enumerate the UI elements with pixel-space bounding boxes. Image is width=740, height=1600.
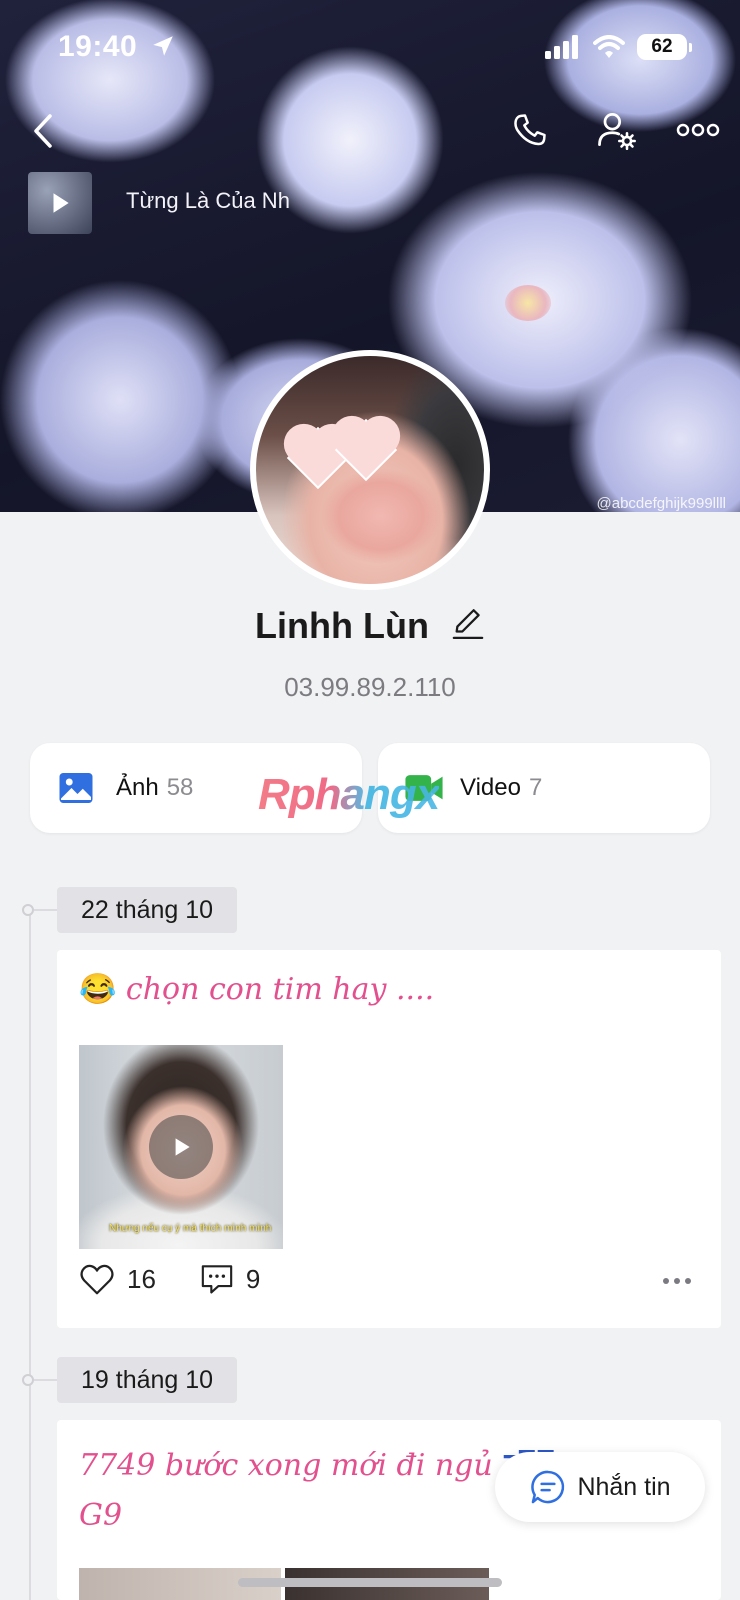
timeline-dot: [22, 904, 34, 916]
wifi-icon: [593, 35, 625, 58]
post-actions: 16 9: [79, 1262, 304, 1296]
like-count: 16: [127, 1263, 156, 1294]
brand-watermark: Rphangx: [258, 770, 440, 819]
timeline-tick: [34, 1379, 58, 1381]
post-text: 7749 bước xong mới đi ngủ zZZ: [79, 1446, 555, 1483]
post-text-content: chọn con tim hay ....: [125, 972, 435, 1007]
comment-count: 9: [245, 1263, 261, 1294]
post-text-line-1: 7749 bước xong mới đi ngủ: [79, 1448, 493, 1483]
laughing-emoji: 😂: [79, 972, 117, 1007]
profile-name: Linhh Lùn: [0, 604, 740, 647]
edit-pencil-icon[interactable]: [451, 604, 485, 642]
photos-tab-label: Ảnh: [116, 774, 159, 801]
post-more-icon[interactable]: [663, 1278, 691, 1284]
heart-like-icon[interactable]: [79, 1262, 115, 1296]
cellular-signal-icon: [545, 35, 578, 59]
battery-nub: [689, 42, 692, 52]
play-icon: [175, 1138, 190, 1156]
music-thumbnail[interactable]: [28, 172, 92, 234]
timeline-line: [29, 912, 31, 1600]
date-chip: 19 tháng 10: [57, 1357, 238, 1403]
videos-tab-count: 7: [528, 774, 543, 801]
profile-name-text: Linhh Lùn: [255, 605, 429, 646]
video-play-button[interactable]: [149, 1115, 213, 1179]
date-chip: 22 tháng 10: [57, 887, 238, 933]
video-subtitle: Nhưng nếu cụ ý mà thích mình mình: [109, 1223, 272, 1234]
comment-icon[interactable]: [200, 1263, 234, 1295]
post-video-thumbnail[interactable]: Nhưng nếu cụ ý mà thích mình mình: [79, 1045, 283, 1249]
status-indicators: 62: [545, 34, 692, 60]
profile-phone: 03.99.89.2.110: [284, 672, 456, 702]
timeline-tick: [34, 909, 58, 911]
photos-tab-count: 58: [166, 774, 194, 801]
profile-avatar[interactable]: [250, 350, 490, 590]
more-options-icon[interactable]: [676, 122, 720, 138]
home-indicator[interactable]: [238, 1578, 502, 1587]
chat-bubble-icon: [531, 1470, 565, 1504]
cover-handle-watermark: @abcdefghijk999llll: [596, 495, 726, 512]
right-heart-sticker: [334, 418, 398, 482]
music-title[interactable]: Từng Là Của Nh: [126, 188, 298, 214]
videos-tab-label: Video: [460, 774, 521, 801]
play-icon: [53, 193, 69, 213]
back-icon[interactable]: [30, 112, 56, 150]
flower-stamen: [505, 285, 551, 321]
post-card[interactable]: 😂 chọn con tim hay .... Nhưng nếu cụ ý m…: [57, 950, 721, 1328]
photo-icon: [59, 773, 93, 803]
message-button-label: Nhắn tin: [577, 1472, 671, 1501]
phone-call-icon[interactable]: [510, 110, 550, 150]
user-settings-icon[interactable]: [594, 108, 638, 152]
location-arrow-icon: [153, 36, 173, 56]
post-text: 😂 chọn con tim hay ....: [79, 972, 434, 1007]
battery-indicator: 62: [637, 34, 687, 60]
message-button[interactable]: Nhắn tin: [495, 1452, 705, 1522]
status-time: 19:40: [58, 30, 176, 64]
status-time-text: 19:40: [58, 30, 138, 63]
post-text-line-2: G9: [79, 1498, 123, 1533]
battery-level: 62: [651, 36, 673, 57]
timeline-dot: [22, 1374, 34, 1386]
